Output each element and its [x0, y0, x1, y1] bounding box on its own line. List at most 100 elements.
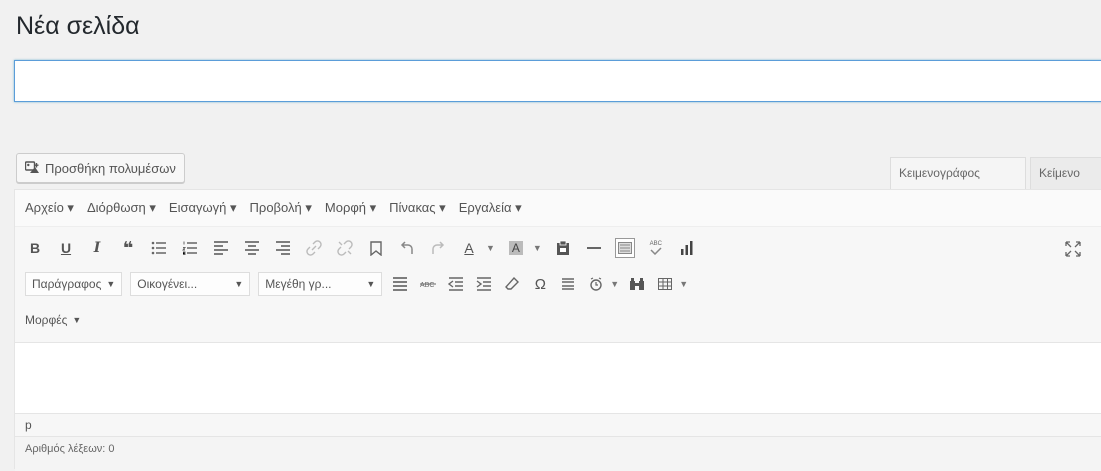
- italic-button[interactable]: I: [87, 238, 107, 258]
- align-justify-icon: [393, 277, 408, 291]
- menu-view[interactable]: Προβολή ▾: [250, 200, 312, 216]
- spellcheck-button[interactable]: ABC: [646, 238, 666, 258]
- indent-icon: [476, 277, 492, 291]
- outdent-icon: [448, 277, 464, 291]
- chevron-down-icon: ▼: [234, 279, 244, 289]
- binoculars-icon: [630, 278, 645, 290]
- outdent-button[interactable]: [446, 274, 466, 294]
- bookmark-icon: [370, 240, 382, 256]
- insert-time-button[interactable]: [586, 274, 606, 294]
- undo-icon: [400, 241, 413, 254]
- underline-button[interactable]: U: [56, 238, 76, 258]
- indent-button[interactable]: [474, 274, 494, 294]
- align-center-button[interactable]: [242, 238, 262, 258]
- add-media-label: Προσθήκη πολυμέσων: [45, 160, 176, 176]
- menu-file[interactable]: Αρχείο ▾: [25, 200, 74, 216]
- search-replace-button[interactable]: [627, 274, 647, 294]
- bullet-list-button[interactable]: [149, 238, 169, 258]
- styles-value: Μορφές: [25, 313, 68, 327]
- font-size-select[interactable]: Μεγέθη γρ... ▼: [258, 272, 383, 296]
- read-more-button[interactable]: [366, 238, 386, 258]
- chevron-down-icon: ▼: [72, 315, 82, 325]
- tab-visual[interactable]: Κειμενογράφος: [890, 157, 1026, 189]
- text-color-dropdown[interactable]: ▼: [486, 243, 495, 253]
- chevron-down-icon: ▼: [366, 279, 376, 289]
- status-bar: Αριθμός λέξεων: 0: [15, 436, 1101, 471]
- numbered-list-icon: [182, 241, 197, 255]
- strikethrough-button[interactable]: ABC: [418, 274, 438, 294]
- insert-link-button[interactable]: [304, 238, 324, 258]
- blockquote-icon: ❝: [122, 237, 134, 258]
- element-path: p: [25, 418, 32, 432]
- add-media-icon: [25, 161, 40, 175]
- font-size-value: Μεγέθη γρ...: [265, 277, 332, 291]
- insert-time-dropdown[interactable]: ▼: [610, 279, 619, 289]
- align-left-button[interactable]: [211, 238, 231, 258]
- paste-text-button[interactable]: [553, 238, 573, 258]
- table-icon: [658, 278, 673, 290]
- toolbar-toggle-icon: [617, 242, 632, 254]
- statistics-button[interactable]: [677, 238, 697, 258]
- font-family-value: Οικογένει...: [137, 277, 198, 291]
- align-right-button[interactable]: [273, 238, 293, 258]
- styles-select[interactable]: Μορφές ▼: [25, 308, 81, 332]
- redo-icon: [432, 241, 445, 254]
- toolbar-row-3: Μορφές ▼: [15, 308, 1101, 332]
- unlink-icon: [337, 240, 353, 256]
- menu-edit[interactable]: Διόρθωση ▾: [87, 200, 156, 216]
- chevron-down-icon: ▼: [106, 279, 116, 289]
- horizontal-line-button[interactable]: [584, 238, 604, 258]
- align-left-icon: [214, 241, 228, 255]
- text-color-icon: A: [464, 240, 474, 256]
- bold-button[interactable]: B: [25, 238, 45, 258]
- bullet-list-icon: [151, 241, 166, 255]
- paragraph-format-value: Παράγραφος: [32, 277, 102, 291]
- toolbar-row-2: Παράγραφος ▼ Οικογένει... ▼ Μεγέθη γρ...…: [15, 270, 1101, 298]
- justify-button[interactable]: [390, 274, 410, 294]
- spellcheck-icon: ABC: [650, 241, 662, 255]
- clear-formatting-button[interactable]: [502, 274, 522, 294]
- blockquote-button[interactable]: ❝: [118, 238, 138, 258]
- background-color-dropdown[interactable]: ▼: [533, 243, 542, 253]
- toolbar-row-1: B U I ❝ A ▼ A ▼ ABC: [15, 234, 1101, 262]
- clipboard-icon: [556, 240, 569, 255]
- text-color-button[interactable]: A: [459, 238, 479, 258]
- svg-text:ABC: ABC: [420, 282, 434, 289]
- background-color-button[interactable]: A: [506, 238, 526, 258]
- menu-format[interactable]: Μορφή ▾: [325, 200, 376, 216]
- clock-icon: [590, 277, 602, 291]
- link-icon: [306, 240, 322, 256]
- word-count: Αριθμός λέξεων: 0: [25, 443, 115, 455]
- fullscreen-icon: [1065, 241, 1081, 257]
- align-center-icon: [245, 241, 259, 255]
- background-color-icon: A: [508, 241, 523, 255]
- editor-menubar: Αρχείο ▾ Διόρθωση ▾ Εισαγωγή ▾ Προβολή ▾…: [15, 190, 1101, 227]
- font-family-select[interactable]: Οικογένει... ▼: [130, 272, 251, 296]
- numbered-list-button[interactable]: [180, 238, 200, 258]
- paragraph-format-select[interactable]: Παράγραφος ▼: [25, 272, 123, 296]
- horizontal-line-icon: [586, 247, 601, 249]
- fullscreen-button[interactable]: [1063, 239, 1083, 259]
- kitchen-sink-toggle-button[interactable]: [614, 238, 635, 258]
- add-media-button[interactable]: Προσθήκη πολυμέσων: [16, 153, 185, 183]
- omega-icon: Ω: [534, 275, 546, 293]
- special-character-button[interactable]: Ω: [530, 274, 550, 294]
- undo-button[interactable]: [397, 238, 417, 258]
- menu-tools[interactable]: Εργαλεία ▾: [459, 200, 522, 216]
- eraser-icon: [505, 277, 520, 290]
- page-break-button[interactable]: [558, 274, 578, 294]
- table-button[interactable]: [655, 274, 675, 294]
- align-right-icon: [276, 241, 290, 255]
- page-break-icon: [562, 278, 575, 290]
- redo-button[interactable]: [428, 238, 448, 258]
- table-dropdown[interactable]: ▼: [679, 279, 688, 289]
- strikethrough-icon: ABC: [420, 282, 437, 289]
- tab-text[interactable]: Κείμενο: [1030, 157, 1101, 189]
- page-title: Νέα σελίδα: [16, 12, 140, 40]
- menu-table[interactable]: Πίνακας ▾: [389, 200, 446, 216]
- title-input[interactable]: [14, 60, 1101, 102]
- menu-insert[interactable]: Εισαγωγή ▾: [169, 200, 237, 216]
- remove-link-button[interactable]: [335, 238, 355, 258]
- bar-chart-icon: [680, 241, 693, 255]
- editor-content-area[interactable]: [15, 342, 1101, 414]
